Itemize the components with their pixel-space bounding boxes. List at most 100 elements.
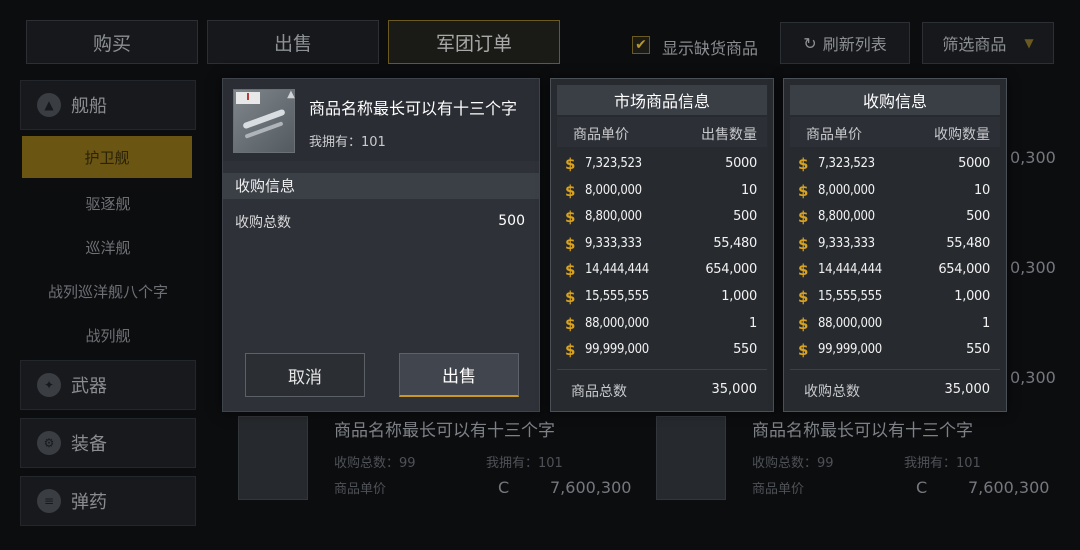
column-header-price: 商品单价 [573, 127, 629, 143]
sell-button[interactable]: 出售 [399, 353, 519, 397]
ship-icon: ▲ [37, 93, 61, 117]
row-quantity: 654,000 [938, 262, 990, 278]
refresh-list-button[interactable]: ↻ 刷新列表 [780, 22, 910, 64]
list-item[interactable]: 商品名称最长可以有十三个字 收购总数：99 我拥有：101 商品单价 C 7,6… [656, 416, 1056, 516]
row-quantity: 500 [733, 209, 757, 225]
buy-total-value: 500 [498, 213, 525, 229]
item-owned-count: 我拥有：101 [309, 135, 386, 150]
currency-icon: $ [798, 208, 809, 227]
item-name: 商品名称最长可以有十三个字 [309, 99, 518, 118]
currency-icon: C [916, 478, 928, 497]
sidebar-category-label: 舰船 [71, 96, 107, 117]
ammo-icon: ≡ [37, 489, 61, 513]
sidebar-category-label: 装备 [71, 434, 107, 455]
item-total: 收购总数：99 [334, 456, 416, 471]
row-price: 99,999,000 [585, 342, 649, 358]
sidebar-category-ships[interactable]: ▲ 舰船 [20, 80, 196, 130]
sidebar-item-cruiser[interactable]: 巡洋舰 [20, 226, 196, 268]
row-price: 15,555,555 [585, 289, 649, 304]
column-header-price: 商品单价 [806, 127, 862, 143]
item-own: 我拥有：101 [486, 456, 563, 471]
row-quantity: 550 [733, 342, 757, 358]
dialog-item-header: I ▲ 商品名称最长可以有十三个字 我拥有：101 [223, 79, 539, 161]
sidebar-category-equipment[interactable]: ⚙ 装备 [20, 418, 196, 468]
sidebar-item-frigate[interactable]: 护卫舰 [22, 136, 192, 178]
market-info-panel: 市场商品信息 商品单价 出售数量 $7,323,523 5000 $8,000,00… [550, 78, 774, 412]
table-row: $8,800,000 500 [784, 204, 1006, 230]
row-quantity: 10 [741, 182, 757, 198]
table-row: $88,000,000 1 [784, 311, 1006, 337]
equipment-icon: ⚙ [37, 431, 61, 455]
row-price: 9,333,333 [585, 235, 642, 251]
row-quantity: 1,000 [721, 289, 757, 304]
row-quantity: 10 [974, 182, 990, 198]
total-label: 商品总数 [571, 384, 627, 400]
section-header: 收购信息 [223, 173, 539, 199]
table-row: $15,555,555 1,000 [784, 284, 1006, 310]
table-row: $8,800,000 500 [551, 204, 773, 230]
bg-list-price: 0,300 [1010, 368, 1056, 387]
table-row: $7,323,523 5000 [784, 151, 1006, 177]
item-total: 收购总数：99 [752, 456, 834, 471]
divider [557, 369, 767, 370]
column-header-qty: 出售数量 [701, 127, 757, 143]
row-price: 8,000,000 [585, 182, 642, 198]
buy-info-panel: 收购信息 商品单价 收购数量 $7,323,523 5000 $8,000,000 1… [783, 78, 1007, 412]
currency-icon: $ [798, 341, 809, 360]
table-row: $15,555,555 1,000 [551, 284, 773, 310]
tab-buy[interactable]: 购买 [26, 20, 198, 64]
row-quantity: 1 [982, 315, 990, 331]
sidebar-category-label: 弹药 [71, 492, 107, 513]
row-quantity: 500 [966, 209, 990, 225]
currency-icon: $ [798, 261, 809, 280]
row-price: 99,999,000 [818, 342, 882, 358]
sidebar-item-battleship[interactable]: 战列舰 [20, 314, 196, 356]
currency-icon: $ [565, 155, 576, 173]
row-quantity: 5000 [725, 156, 757, 171]
buy-total-label: 收购总数 [235, 215, 291, 231]
tier-badge: I [236, 92, 260, 104]
currency-icon: $ [565, 234, 576, 253]
sidebar-item-destroyer[interactable]: 驱逐舰 [20, 182, 196, 224]
tab-sell[interactable]: 出售 [207, 20, 379, 64]
currency-icon: $ [798, 288, 809, 306]
sidebar-category-label: 武器 [71, 376, 107, 397]
show-out-of-stock-label: 显示缺货商品 [662, 39, 759, 58]
table-row: $9,333,333 55,480 [784, 231, 1006, 257]
bg-list-price: 0,300 [1010, 148, 1056, 167]
row-price: 8,800,000 [818, 209, 875, 225]
row-quantity: 5000 [958, 156, 990, 171]
refresh-list-label: 刷新列表 [822, 35, 887, 54]
filter-dropdown[interactable]: 筛选商品 ▼ [922, 22, 1054, 64]
sidebar-category-weapons[interactable]: ✦ 武器 [20, 360, 196, 410]
item-thumbnail [238, 416, 308, 500]
total-label: 收购总数 [804, 384, 860, 400]
table-row: $8,000,000 10 [551, 178, 773, 204]
item-price-label: 商品单价 [752, 482, 805, 497]
tab-legion-orders[interactable]: 军团订单 [388, 20, 560, 64]
total-value: 35,000 [711, 382, 758, 397]
currency-icon: $ [565, 341, 576, 360]
table-row: $7,323,523 5000 [551, 151, 773, 177]
column-header-qty: 收购数量 [934, 127, 990, 143]
row-price: 7,323,523 [818, 156, 875, 171]
list-item[interactable]: 商品名称最长可以有十三个字 收购总数：99 我拥有：101 商品单价 C 7,6… [238, 416, 638, 516]
row-price: 14,444,444 [818, 262, 882, 278]
currency-icon: $ [565, 208, 576, 227]
cancel-button[interactable]: 取消 [245, 353, 365, 397]
row-quantity: 55,480 [946, 235, 990, 251]
currency-icon: $ [565, 181, 576, 200]
bg-list-price: 0,300 [1010, 258, 1056, 277]
currency-icon: $ [565, 288, 576, 306]
sidebar-item-battlecruiser[interactable]: 战列巡洋舰八个字 [20, 270, 196, 312]
sidebar-category-ammo[interactable]: ≡ 弹药 [20, 476, 196, 526]
row-quantity: 1,000 [954, 289, 990, 304]
currency-icon: $ [565, 314, 576, 333]
item-title: 商品名称最长可以有十三个字 [752, 421, 973, 441]
sell-dialog: I ▲ 商品名称最长可以有十三个字 我拥有：101 收购信息 收购总数 500 … [222, 78, 540, 412]
chevron-down-icon: ▼ [1024, 36, 1034, 50]
table-row: $8,000,000 10 [784, 178, 1006, 204]
row-quantity: 654,000 [705, 262, 757, 278]
table-row: $14,444,444 654,000 [551, 257, 773, 283]
show-out-of-stock-checkbox[interactable]: ✔ [632, 36, 650, 54]
